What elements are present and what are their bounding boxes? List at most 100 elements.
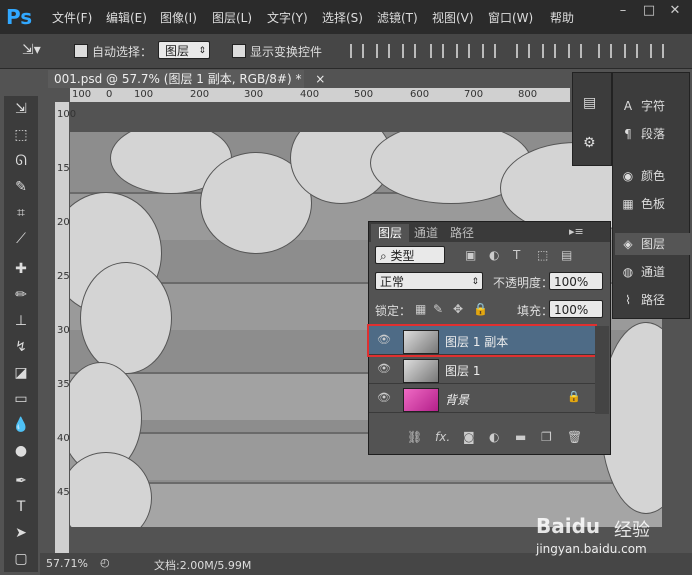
ruler-tick: 600 — [410, 89, 430, 100]
tab-paths[interactable]: 路径 — [443, 224, 481, 242]
fill-input[interactable]: 100% — [549, 300, 603, 318]
new-layer-icon[interactable]: ❐ — [541, 430, 552, 444]
lock-image-icon[interactable]: ✎ — [433, 302, 443, 316]
align-vcenter-icon[interactable] — [376, 44, 390, 58]
menu-view[interactable]: 视图(V) — [432, 9, 474, 26]
crop-tool-icon[interactable]: ⌗ — [12, 204, 30, 222]
type-tool-icon[interactable]: T — [12, 498, 30, 516]
healing-brush-tool-icon[interactable]: ✚ — [12, 260, 30, 278]
distribute-left-icon[interactable] — [598, 44, 612, 58]
auto-select-dropdown[interactable]: 图层 ⇕ — [158, 41, 210, 59]
lock-label: 锁定： — [375, 304, 412, 318]
distribute-vcenter-icon[interactable] — [542, 44, 556, 58]
layer-row[interactable]: 👁 图层 1 — [369, 355, 595, 384]
menu-window[interactable]: 窗口(W) — [488, 9, 533, 26]
layer-row[interactable]: 👁 图层 1 副本 — [367, 324, 597, 357]
align-bottom-icon[interactable] — [402, 44, 416, 58]
lock-position-icon[interactable]: ✥ — [453, 302, 463, 316]
menu-select[interactable]: 选择(S) — [322, 9, 363, 26]
lock-transparent-icon[interactable]: ▦ — [415, 302, 426, 316]
brush-tool-icon[interactable]: ✏ — [12, 286, 30, 304]
path-select-tool-icon[interactable]: ➤ — [12, 524, 30, 542]
properties-panel-icon[interactable]: ⚙ — [583, 135, 596, 151]
filter-adjustment-icon[interactable]: ◐ — [489, 248, 499, 262]
eye-icon[interactable]: 👁 — [377, 392, 391, 404]
auto-select-checkbox[interactable] — [74, 44, 88, 58]
menu-help[interactable]: 帮助 — [550, 9, 574, 26]
menu-image[interactable]: 图像(I) — [160, 9, 197, 26]
blend-mode-dropdown[interactable]: 正常 ⇕ — [375, 272, 483, 290]
history-brush-tool-icon[interactable]: ↯ — [12, 338, 30, 356]
lasso-tool-icon[interactable]: ᘏ — [12, 152, 30, 170]
gradient-tool-icon[interactable]: ▭ — [12, 390, 30, 408]
layers-scrollbar[interactable] — [595, 326, 609, 414]
minimize-button[interactable]: – — [612, 2, 634, 20]
menu-layer[interactable]: 图层(L) — [212, 9, 252, 26]
tab-channels[interactable]: 通道 — [407, 224, 445, 242]
blur-tool-icon[interactable]: 💧 — [12, 416, 30, 434]
layer-row[interactable]: 👁 背景 🔒 — [369, 384, 595, 413]
align-left-icon[interactable] — [430, 44, 444, 58]
history-panel-icon[interactable]: ▤ — [583, 95, 596, 111]
eyedropper-tool-icon[interactable]: ⟋ — [12, 230, 30, 248]
filter-shape-icon[interactable]: ⬚ — [537, 248, 548, 262]
panel-paths[interactable]: ⌇ 路径 — [619, 289, 687, 311]
eye-icon[interactable]: 👁 — [377, 334, 391, 346]
menu-file[interactable]: 文件(F) — [52, 9, 92, 26]
dodge-tool-icon[interactable]: ● — [12, 442, 30, 460]
menu-type[interactable]: 文字(Y) — [267, 9, 308, 26]
link-layers-icon[interactable]: ⛓ — [407, 430, 422, 444]
watermark-product: 经验 — [614, 520, 650, 541]
close-window-button[interactable]: ✕ — [664, 2, 686, 20]
add-mask-icon[interactable]: ◙ — [463, 430, 475, 444]
quick-select-tool-icon[interactable]: ✎ — [12, 178, 30, 196]
stamp-tool-icon[interactable]: ⊥ — [12, 312, 30, 330]
lock-icon: 🔒 — [567, 390, 581, 403]
trash-icon[interactable]: 🗑 — [567, 430, 582, 444]
panel-swatches[interactable]: ▦ 色板 — [619, 193, 687, 215]
opacity-input[interactable]: 100% — [549, 272, 603, 290]
distribute-hcenter-icon[interactable] — [624, 44, 638, 58]
document-tab[interactable]: 001.psd @ 57.7% (图层 1 副本, RGB/8#) * × — [48, 70, 325, 88]
maximize-button[interactable]: □ — [638, 2, 660, 20]
layer-filter-dropdown[interactable]: ⌕ 类型 — [375, 246, 445, 264]
chevron-updown-icon: ⇕ — [198, 46, 206, 56]
fx-icon[interactable]: fx. — [435, 430, 450, 444]
distribute-bottom-icon[interactable] — [568, 44, 582, 58]
panel-paragraph[interactable]: ¶ 段落 — [619, 123, 687, 145]
tab-layers[interactable]: 图层 — [371, 224, 410, 242]
shape-tool-icon[interactable]: ▢ — [12, 550, 30, 568]
move-tool-icon[interactable]: ⇲ — [12, 100, 30, 118]
show-transform-checkbox[interactable] — [232, 44, 246, 58]
menu-filter[interactable]: 滤镜(T) — [377, 9, 418, 26]
panel-menu-icon[interactable]: ▸≡ — [569, 225, 584, 238]
close-tab-icon[interactable]: × — [315, 72, 325, 86]
panel-layers[interactable]: ◈ 图层 — [615, 233, 691, 255]
align-right-icon[interactable] — [482, 44, 496, 58]
panel-color[interactable]: ◉ 颜色 — [619, 165, 687, 187]
layer-thumbnail — [403, 330, 439, 354]
new-group-icon[interactable]: ▬ — [515, 430, 526, 444]
align-top-icon[interactable] — [350, 44, 364, 58]
lock-all-icon[interactable]: 🔒 — [473, 302, 488, 316]
marquee-tool-icon[interactable]: ⬚ — [12, 126, 30, 144]
opacity-value: 100% — [554, 275, 589, 289]
pen-tool-icon[interactable]: ✒ — [12, 472, 30, 490]
menu-edit[interactable]: 编辑(E) — [106, 9, 147, 26]
adjustment-layer-icon[interactable]: ◐ — [489, 430, 499, 444]
zoom-level[interactable]: 57.71% — [46, 557, 88, 570]
move-tool-icon[interactable]: ⇲▾ — [22, 42, 41, 58]
align-hcenter-icon[interactable] — [456, 44, 470, 58]
panel-channels[interactable]: ◍ 通道 — [619, 261, 687, 283]
horizontal-ruler: 100 0 100 200 300 400 500 600 700 800 — [70, 88, 570, 102]
filter-pixel-icon[interactable]: ▣ — [465, 248, 476, 262]
panel-character[interactable]: A 字符 — [619, 95, 687, 117]
eye-icon[interactable]: 👁 — [377, 363, 391, 375]
eraser-tool-icon[interactable]: ◪ — [12, 364, 30, 382]
distribute-right-icon[interactable] — [650, 44, 664, 58]
document-info-icon[interactable]: ◴ — [100, 556, 110, 569]
distribute-top-icon[interactable] — [516, 44, 530, 58]
menu-bar: Ps 文件(F) 编辑(E) 图像(I) 图层(L) 文字(Y) 选择(S) 滤… — [0, 0, 692, 34]
filter-smart-object-icon[interactable]: ▤ — [561, 248, 572, 262]
filter-type-icon[interactable]: T — [513, 248, 520, 262]
